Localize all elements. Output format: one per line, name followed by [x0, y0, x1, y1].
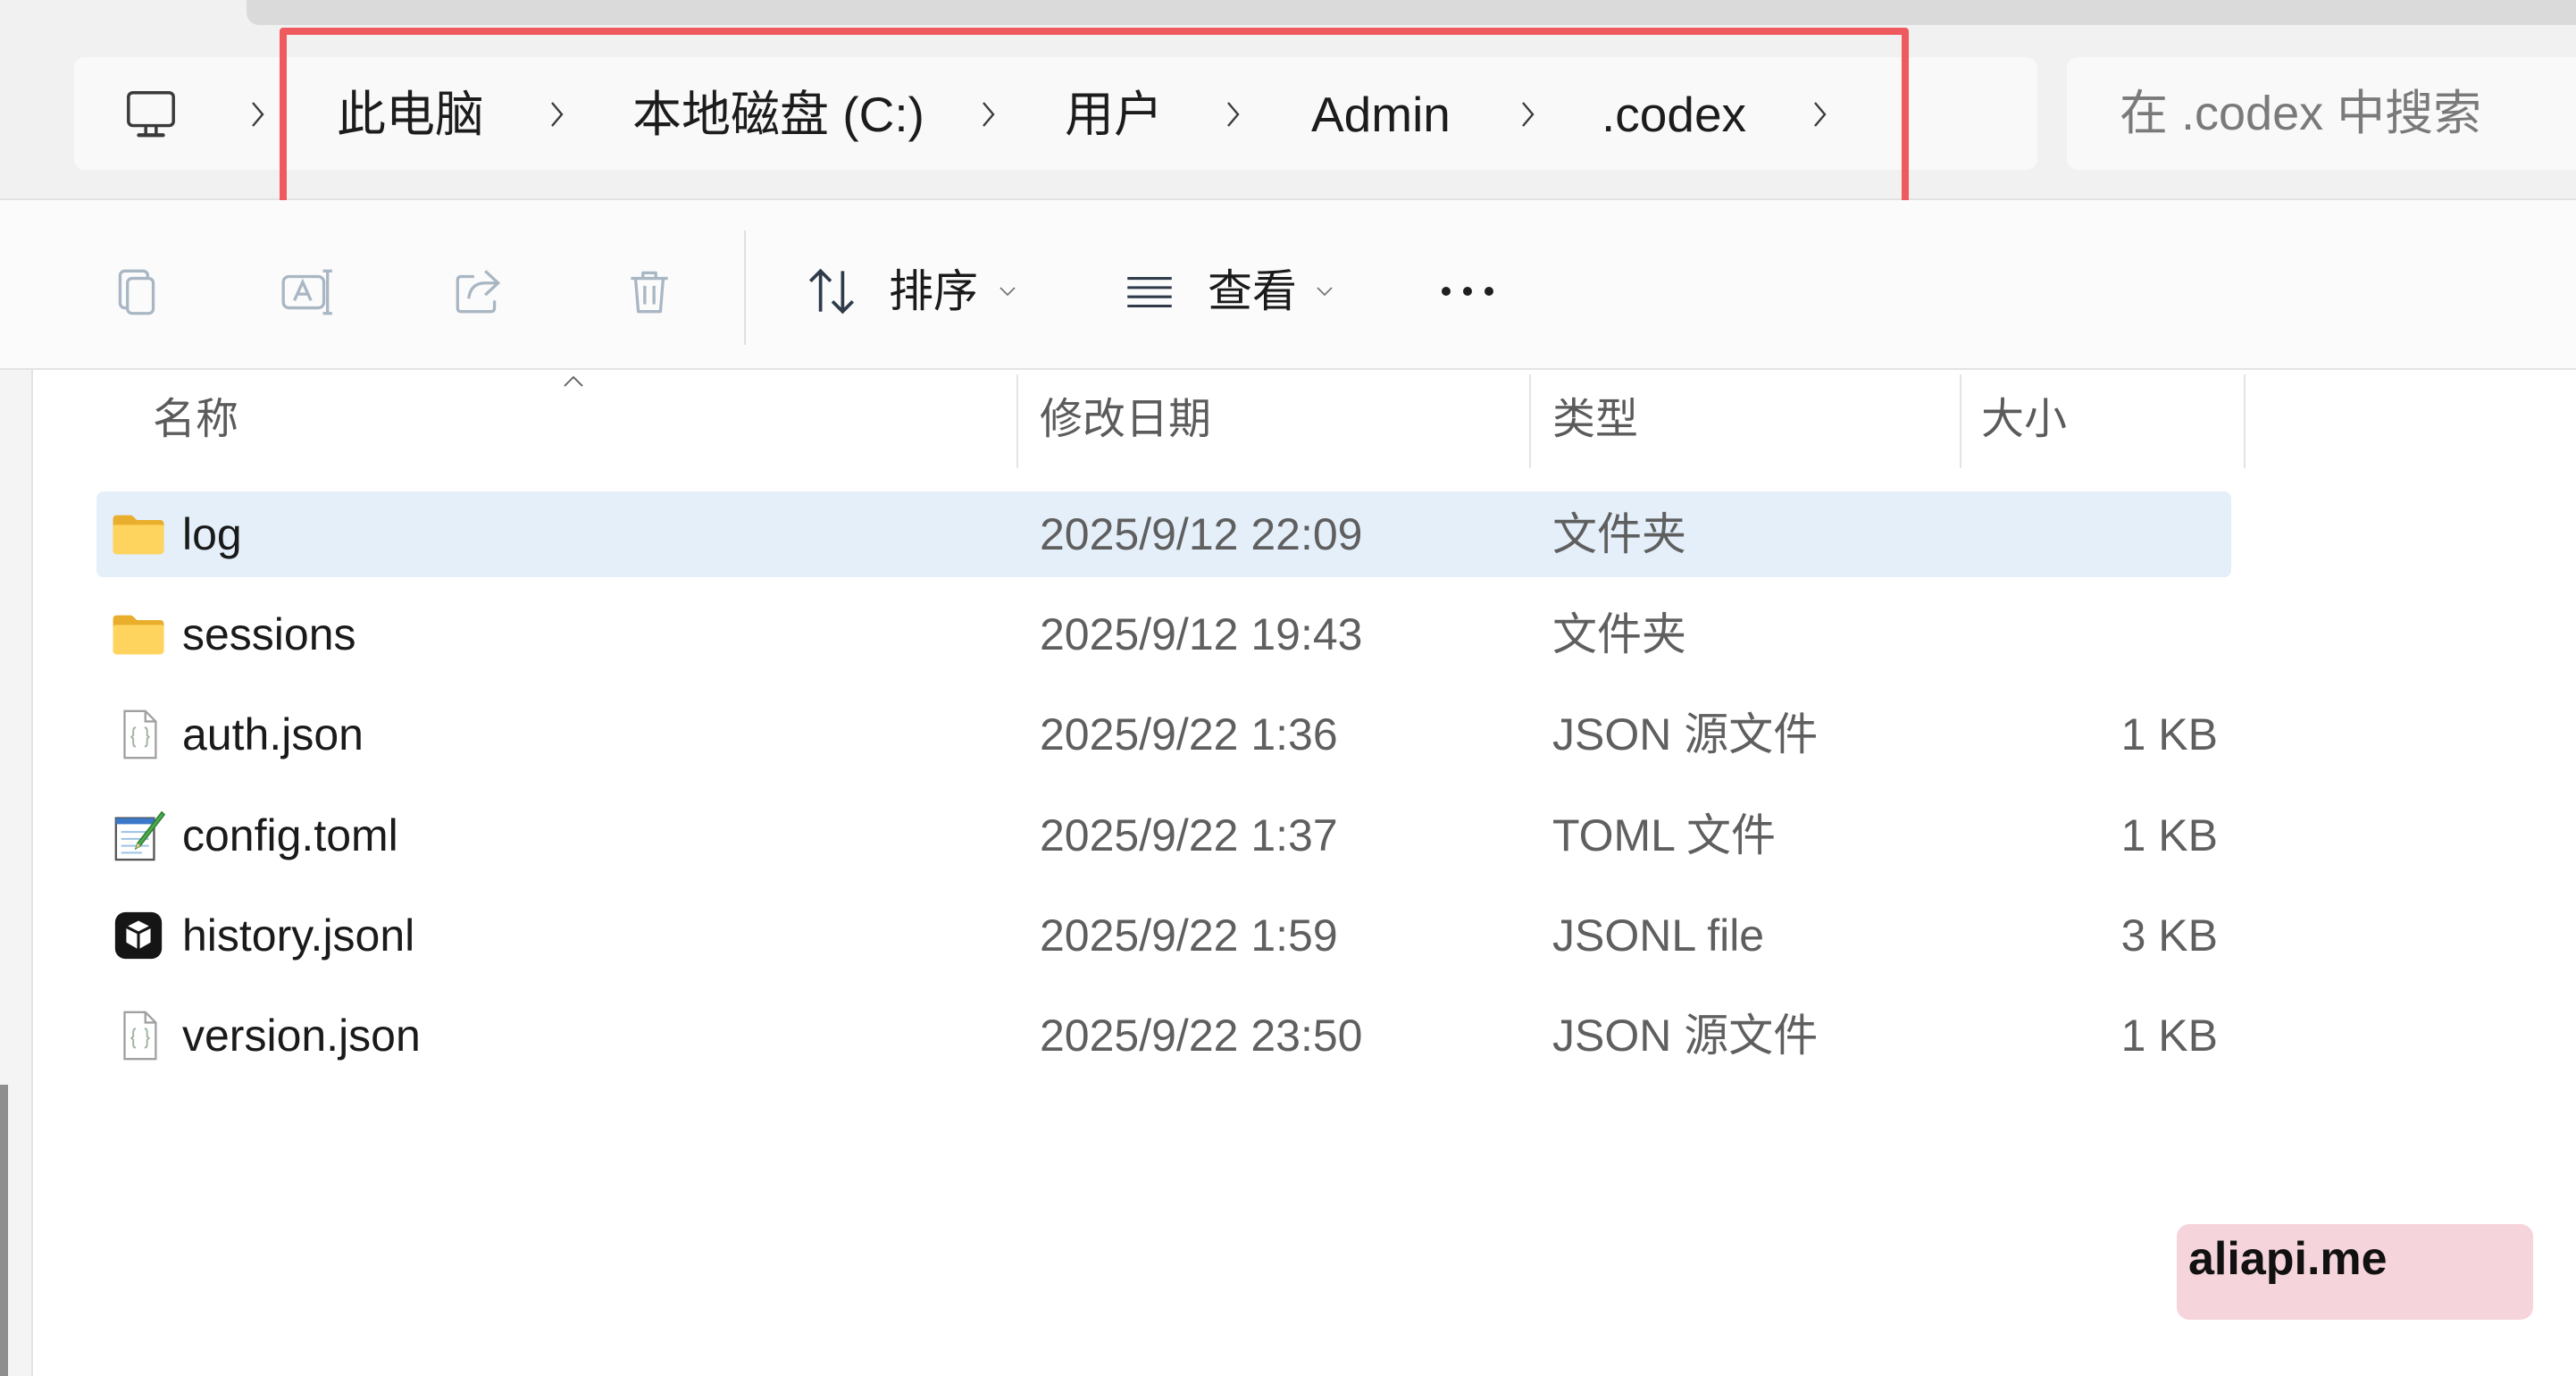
navigation-pane-scrollbar[interactable]: [0, 1085, 8, 1376]
file-modified-date: 2025/9/22 1:37: [1040, 810, 1338, 860]
share-button[interactable]: [433, 247, 523, 336]
delete-icon: [631, 271, 668, 314]
file-size: [1981, 584, 2218, 684]
watermark-text: aliapi.me: [2188, 1233, 2388, 1285]
jsonl-file-icon: [110, 908, 167, 963]
rename-icon: [281, 269, 332, 315]
column-divider[interactable]: [2244, 374, 2246, 468]
file-row[interactable]: auth.json 2025/9/22 1:36 JSON 源文件 1 KB: [0, 684, 2576, 784]
file-row[interactable]: version.json 2025/9/22 23:50 JSON 源文件 1 KB: [0, 986, 2576, 1086]
file-name: history.jsonl: [182, 910, 415, 961]
file-row[interactable]: history.jsonl 2025/9/22 1:59 JSONL file 3 K…: [0, 885, 2576, 986]
column-divider[interactable]: [1529, 374, 1531, 468]
chevron-down-icon: [1317, 287, 1333, 297]
folder-icon: [110, 607, 167, 662]
search-input[interactable]: [2120, 82, 2566, 145]
sort-label: 排序: [889, 266, 978, 316]
file-modified-date: 2025/9/22 1:36: [1040, 709, 1338, 760]
file-size: [1981, 484, 2218, 584]
file-name: sessions: [182, 609, 356, 660]
file-name: config.toml: [182, 810, 398, 860]
copy-icon: [118, 269, 155, 315]
chevron-down-icon: [999, 287, 1016, 297]
file-size: 1 KB: [2120, 709, 2218, 760]
sort-ascending-caret-icon: [564, 375, 583, 387]
file-modified-date: 2025/9/22 23:50: [1040, 1011, 1363, 1061]
file-row[interactable]: sessions 2025/9/12 19:43 文件夹: [0, 584, 2576, 684]
file-type: JSON 源文件: [1552, 1011, 1819, 1061]
computer-icon[interactable]: [123, 86, 179, 141]
view-list-icon: [1127, 277, 1172, 308]
json-file-icon: [110, 707, 167, 762]
file-type: JSONL file: [1552, 910, 1765, 961]
toolbar-separator: [744, 231, 746, 345]
file-modified-date: 2025/9/22 1:59: [1040, 910, 1338, 961]
command-bar: 排序 查看: [0, 200, 2576, 370]
file-row[interactable]: config.toml 2025/9/22 1:37 TOML 文件 1 KB: [0, 785, 2576, 885]
view-button[interactable]: 查看: [1113, 247, 1345, 336]
annotation-highlight-frame: [280, 28, 1909, 209]
share-icon: [456, 270, 501, 314]
file-modified-date: 2025/9/12 22:09: [1040, 509, 1363, 559]
tab-strip: [247, 0, 2576, 25]
sort-icon: [808, 268, 855, 315]
column-header-name[interactable]: 名称: [153, 372, 238, 468]
column-header-modified[interactable]: 修改日期: [1040, 372, 1211, 468]
column-header-type[interactable]: 类型: [1552, 372, 1638, 468]
file-name: version.json: [182, 1011, 421, 1061]
sort-button[interactable]: 排序: [795, 247, 1027, 336]
file-size: 3 KB: [2120, 910, 2218, 961]
column-header: 名称 修改日期 类型 大小: [33, 372, 2576, 468]
copy-button[interactable]: [92, 247, 181, 336]
column-header-size[interactable]: 大小: [1981, 372, 2067, 468]
file-size: 1 KB: [2120, 1011, 2218, 1061]
file-type: 文件夹: [1552, 509, 1686, 559]
folder-icon: [110, 507, 167, 562]
search-box[interactable]: [2067, 57, 2576, 170]
delete-button[interactable]: [605, 247, 694, 336]
toml-file-icon: [110, 808, 167, 863]
more-options-button[interactable]: [1432, 247, 1503, 336]
file-row[interactable]: log 2025/9/12 22:09 文件夹: [0, 484, 2576, 584]
file-type: TOML 文件: [1552, 810, 1777, 860]
view-label: 查看: [1208, 266, 1297, 316]
column-divider[interactable]: [1960, 374, 1961, 468]
file-size: 1 KB: [2120, 810, 2218, 860]
file-name: log: [182, 509, 242, 559]
title-address-area: 此电脑 本地磁盘 (C:) 用户 Admin .codex: [0, 0, 2576, 209]
watermark: aliapi.me: [2177, 1224, 2533, 1320]
column-divider[interactable]: [1016, 374, 1018, 468]
file-type: 文件夹: [1552, 609, 1686, 660]
json-file-icon: [110, 1008, 167, 1063]
file-modified-date: 2025/9/12 19:43: [1040, 609, 1363, 660]
file-name: auth.json: [182, 709, 364, 760]
file-type: JSON 源文件: [1552, 709, 1819, 760]
rename-button[interactable]: [263, 247, 352, 336]
chevron-right-icon[interactable]: [247, 96, 269, 132]
